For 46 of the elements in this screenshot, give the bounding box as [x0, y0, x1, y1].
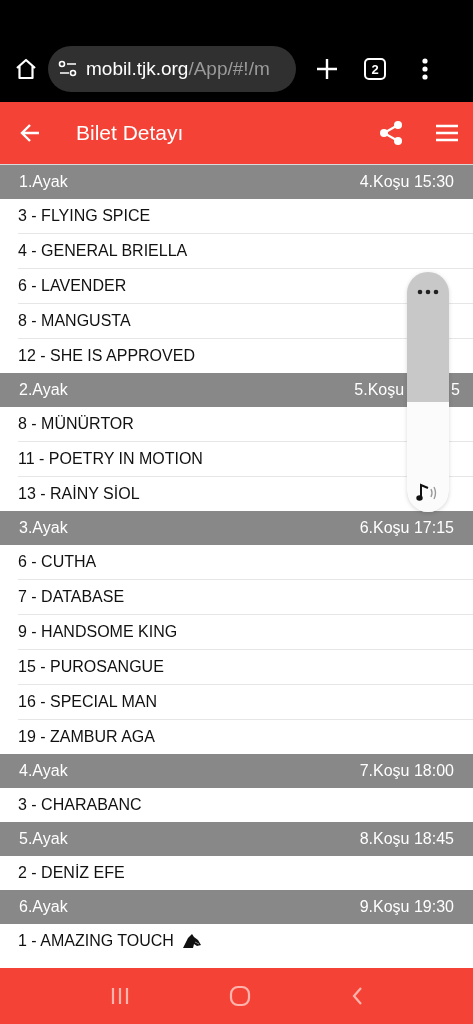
- horse-head-icon: [181, 933, 202, 949]
- race-time: 6.Koşu 17:15: [359, 519, 454, 537]
- recent-apps-icon[interactable]: [109, 987, 130, 1005]
- horse-name: 12 - SHE IS APPROVED: [18, 347, 195, 365]
- more-options-icon[interactable]: [417, 289, 439, 295]
- home-icon[interactable]: [14, 57, 38, 81]
- new-tab-icon[interactable]: [316, 58, 338, 80]
- horse-name: 15 - PUROSANGUE: [18, 658, 164, 676]
- home-button-icon[interactable]: [229, 985, 252, 1007]
- horse-name: 7 - DATABASE: [18, 588, 125, 606]
- leg-label: 3.Ayak: [19, 519, 68, 537]
- horse-name: 13 - RAİNY SİOL: [18, 485, 140, 503]
- race-time: 8.Koşu 18:45: [359, 830, 454, 848]
- horse-name: 4 - GENERAL BRIELLA: [18, 242, 188, 260]
- horse-name: 9 - HANDSOME KING: [18, 623, 178, 641]
- page-title: Bilet Detayı: [76, 121, 185, 145]
- horse-name: 6 - CUTHA: [18, 553, 97, 571]
- horse-name: 11 - POETRY IN MOTION: [18, 450, 203, 468]
- horse-name: 1 - AMAZING TOUCH: [18, 932, 174, 950]
- more-icon[interactable]: [422, 58, 428, 80]
- site-settings-icon[interactable]: [58, 60, 78, 78]
- back-nav-icon[interactable]: [351, 986, 364, 1006]
- leg-label: 6.Ayak: [19, 898, 68, 916]
- leg-label: 2.Ayak: [19, 381, 68, 399]
- horse-name: 6 - LAVENDER: [18, 277, 127, 295]
- horse-name: 19 - ZAMBUR AGA: [18, 728, 155, 746]
- back-icon[interactable]: [20, 124, 40, 142]
- menu-icon[interactable]: [435, 124, 459, 142]
- race-time: 4.Koşu 15:30: [359, 173, 454, 191]
- horse-name: 3 - CHARABANC: [18, 796, 142, 814]
- horse-name: 3 - FLYING SPICE: [18, 207, 151, 225]
- race-time: 7.Koşu 18:00: [359, 762, 454, 780]
- race-time: 5.Koşu: [354, 381, 405, 399]
- tab-count-button[interactable]: 2: [364, 58, 386, 80]
- horse-name: 2 - DENİZ EFE: [18, 864, 125, 882]
- leg-label: 5.Ayak: [19, 830, 68, 848]
- address-bar[interactable]: mobil.tjk.org/App/#!/m: [48, 46, 296, 92]
- horse-name: 8 - MÜNÜRTOR: [18, 415, 134, 433]
- leg-label: 1.Ayak: [19, 173, 68, 191]
- horse-name: 16 - SPECIAL MAN: [18, 693, 157, 711]
- share-icon[interactable]: [379, 120, 403, 146]
- race-time: 5: [451, 381, 460, 399]
- url-text: mobil.tjk.org/App/#!/m: [86, 58, 270, 80]
- race-time: 9.Koşu 19:30: [359, 898, 454, 916]
- leg-label: 4.Ayak: [19, 762, 68, 780]
- horse-name: 8 - MANGUSTA: [18, 312, 131, 330]
